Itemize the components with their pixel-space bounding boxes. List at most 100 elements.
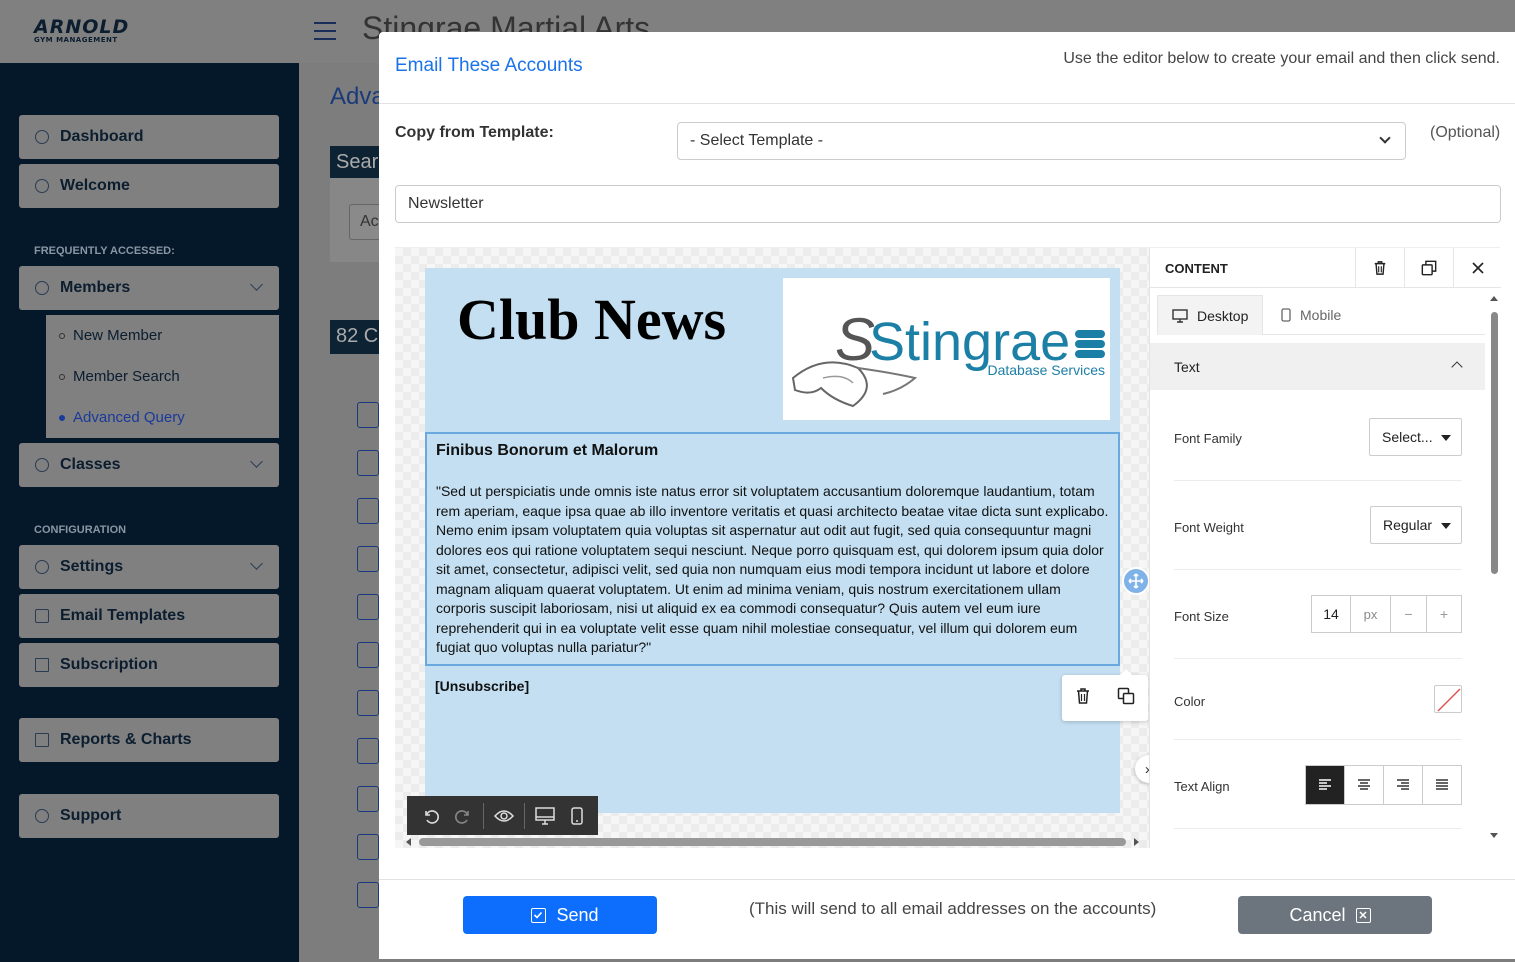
email-body: Club News S Stingrae Database Services F… (425, 268, 1148, 813)
send-label: Send (556, 904, 599, 925)
desktop-preview-icon[interactable] (529, 796, 561, 835)
logo-text: ARNOLD (34, 16, 130, 38)
sidebar-item-settings[interactable]: Settings (19, 545, 279, 589)
toolbar-separator (524, 802, 525, 829)
font-weight-row: Font Weight Regular (1174, 481, 1462, 570)
duplicate-icon[interactable] (1404, 248, 1453, 288)
sidebar-item-label: Settings (60, 558, 124, 575)
font-size-label: Font Size (1174, 609, 1229, 624)
editor-canvas: Club News S Stingrae Database Services F… (395, 248, 1150, 848)
vertical-scroll-thumb[interactable] (1491, 312, 1498, 574)
row-icon (357, 738, 379, 764)
vertical-scrollbar[interactable] (1489, 288, 1499, 848)
sidebar-item-reports[interactable]: Reports & Charts (19, 718, 279, 762)
sidebar-subitem-new-member[interactable]: New Member (46, 315, 279, 356)
bullet-icon (59, 332, 65, 339)
gear-icon (35, 560, 49, 574)
text-block-body: "Sed ut perspiciatis unde omnis iste nat… (436, 483, 1109, 655)
redo-icon[interactable] (447, 796, 479, 835)
sidebar-item-welcome[interactable]: Welcome (19, 164, 279, 208)
horizontal-scrollbar[interactable] (405, 838, 1140, 846)
template-label: Copy from Template: (395, 124, 554, 141)
horizontal-scroll-thumb[interactable] (419, 838, 1126, 846)
desktop-icon (1172, 308, 1188, 323)
email-icon (35, 609, 49, 623)
delete-icon[interactable] (1355, 248, 1404, 288)
unsubscribe-link[interactable]: [Unsubscribe] (435, 678, 529, 694)
caret-down-icon (1441, 435, 1451, 441)
email-editor: Club News S Stingrae Database Services F… (395, 247, 1502, 848)
sidebar-subitem-advanced-query[interactable]: Advanced Query (46, 397, 279, 438)
font-family-select[interactable]: Select... (1369, 418, 1462, 456)
font-size-decrease-button[interactable]: − (1391, 596, 1427, 632)
align-left-icon (1319, 779, 1331, 790)
row-icon (357, 642, 379, 668)
sidebar-item-email-templates[interactable]: Email Templates (19, 594, 279, 638)
section-text[interactable]: Text (1150, 343, 1485, 390)
row-icon (357, 546, 379, 572)
sidebar-item-classes[interactable]: Classes (19, 443, 279, 487)
modal-title: Email These Accounts (395, 55, 583, 76)
preview-eye-icon[interactable] (488, 796, 520, 835)
send-note: (This will send to all email addresses o… (749, 899, 1157, 918)
align-left-button[interactable] (1306, 766, 1345, 804)
caret-down-icon (1441, 523, 1451, 529)
stingray-logo-icon: S Stingrae Database Services (791, 306, 1105, 408)
sidebar-subitem-member-search[interactable]: Member Search (46, 356, 279, 397)
align-right-button[interactable] (1384, 766, 1423, 804)
mobile-preview-icon[interactable] (561, 796, 593, 835)
font-size-control: 14 px − + (1311, 595, 1462, 633)
dashboard-icon (35, 130, 49, 144)
sidebar-item-dashboard[interactable]: Dashboard (19, 115, 279, 159)
template-select[interactable]: - Select Template - (677, 122, 1406, 160)
email-modal: Email These Accounts Use the editor belo… (379, 32, 1515, 959)
checkbox-icon (531, 907, 547, 923)
tab-desktop[interactable]: Desktop (1157, 295, 1263, 335)
align-center-icon (1358, 779, 1370, 790)
scroll-down-icon (1490, 833, 1498, 838)
color-swatch[interactable] (1434, 685, 1462, 713)
cancel-button[interactable]: Cancel (1238, 896, 1432, 934)
sidebar-item-label: Subscription (60, 656, 158, 673)
subject-input[interactable]: Newsletter (395, 185, 1501, 223)
help-icon (35, 809, 49, 823)
sidebar-item-label: Reports & Charts (60, 731, 192, 748)
close-icon[interactable] (1453, 248, 1502, 288)
undo-icon[interactable] (415, 796, 447, 835)
chevron-down-icon (250, 278, 263, 291)
align-justify-button[interactable] (1423, 766, 1461, 804)
duplicate-block-icon[interactable] (1117, 687, 1135, 710)
sidebar-item-support[interactable]: Support (19, 794, 279, 838)
color-row: Color (1174, 659, 1462, 740)
font-family-row: Font Family Select... (1174, 393, 1462, 481)
delete-block-icon[interactable] (1075, 687, 1091, 710)
drag-move-icon[interactable] (1122, 567, 1150, 595)
font-size-unit: px (1351, 596, 1391, 632)
close-box-icon (1355, 907, 1371, 923)
align-center-button[interactable] (1345, 766, 1384, 804)
sidebar-item-members[interactable]: Members (19, 266, 279, 310)
email-header-title[interactable]: Club News (457, 286, 726, 353)
logo-subtext: GYM MANAGEMENT (34, 36, 118, 44)
text-block-selected[interactable]: Finibus Bonorum et Malorum "Sed ut persp… (425, 432, 1120, 666)
hamburger-menu-icon[interactable] (314, 22, 336, 42)
chevron-down-icon (1379, 132, 1391, 144)
font-family-label: Font Family (1174, 431, 1242, 446)
row-icon (357, 882, 379, 908)
email-logo-image[interactable]: S Stingrae Database Services (783, 278, 1110, 420)
section-heading-frequent: FREQUENTLY ACCESSED: (34, 245, 175, 257)
font-weight-select[interactable]: Regular (1370, 506, 1462, 544)
font-family-value: Select... (1382, 429, 1433, 445)
divider (379, 103, 1515, 104)
sidebar-item-label: Members (60, 279, 131, 296)
tab-mobile[interactable]: Mobile (1267, 295, 1357, 335)
tab-label: Desktop (1197, 307, 1249, 324)
sidebar-item-label: Email Templates (60, 607, 186, 624)
send-button[interactable]: Send (463, 896, 657, 934)
app-logo[interactable]: ARNOLD GYM MANAGEMENT (34, 16, 130, 45)
font-size-input[interactable]: 14 (1312, 596, 1351, 632)
sidebar-item-subscription[interactable]: Subscription (19, 643, 279, 687)
font-size-increase-button[interactable]: + (1427, 596, 1461, 632)
sidebar-item-label: Support (60, 807, 122, 824)
home-icon (35, 179, 49, 193)
